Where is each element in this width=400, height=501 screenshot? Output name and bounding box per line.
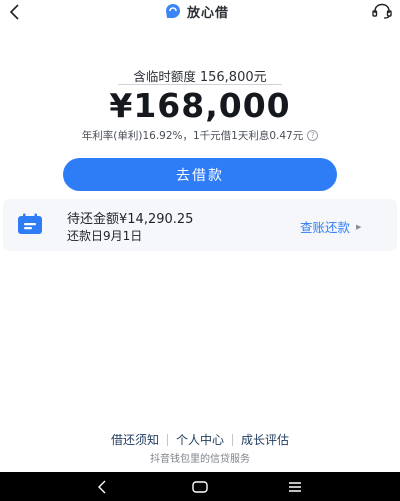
brand-logo-icon (166, 4, 180, 18)
rate-line: 年利率(单利)16.92%，1千元借1天利息0.47元 ? (0, 128, 400, 143)
nav-back-button[interactable] (82, 472, 122, 501)
system-nav-bar (0, 472, 400, 501)
brand: 放心借 (164, 0, 229, 22)
back-arrow-icon (9, 4, 19, 20)
brand-name: 放心借 (187, 5, 230, 21)
repayment-card[interactable]: 待还金额¥14,290.25 还款日9月1日 查账还款 ▶ (3, 199, 397, 251)
rate-text: 年利率(单利)16.92%，1千元借1天利息0.47元 (81, 130, 304, 142)
footer-note: 抖音钱包里的信贷服务 (150, 454, 250, 465)
repayment-amount: 待还金额¥14,290.25 (67, 212, 194, 227)
calendar-icon (18, 213, 42, 234)
footer-link-personal-center[interactable]: 个人中心 (168, 431, 232, 448)
borrow-button[interactable]: 去借款 (63, 158, 337, 191)
temp-limit-underline (118, 84, 282, 85)
nav-back-icon (98, 480, 106, 493)
temp-limit-line: 含临时额度 156,800元 (0, 66, 400, 85)
nav-menu-icon (289, 481, 301, 492)
view-bill-link[interactable]: 查账还款 ▶ (300, 217, 361, 236)
temp-limit-value: 156,800元 (199, 70, 267, 85)
customer-service-button[interactable] (370, 0, 394, 22)
temp-limit-prefix: 含临时额度 (133, 69, 196, 84)
footer-links: 借还须知 个人中心 成长评估 (0, 431, 400, 448)
headset-icon (372, 3, 392, 19)
footer-link-borrow-notice[interactable]: 借还须知 (103, 431, 167, 448)
nav-menu-button[interactable] (275, 472, 315, 501)
caret-right-icon: ▶ (356, 222, 362, 231)
footer-link-growth-assessment[interactable]: 成长评估 (233, 431, 297, 448)
top-bar: 放心借 (0, 0, 400, 26)
view-bill-label: 查账还款 (300, 220, 351, 235)
repayment-date: 还款日9月1日 (67, 229, 143, 243)
nav-home-button[interactable] (180, 472, 220, 501)
credit-amount: ¥168,000 (109, 86, 291, 125)
back-button[interactable] (4, 0, 26, 24)
question-circle-icon[interactable]: ? (307, 130, 319, 141)
nav-home-icon (192, 480, 208, 493)
